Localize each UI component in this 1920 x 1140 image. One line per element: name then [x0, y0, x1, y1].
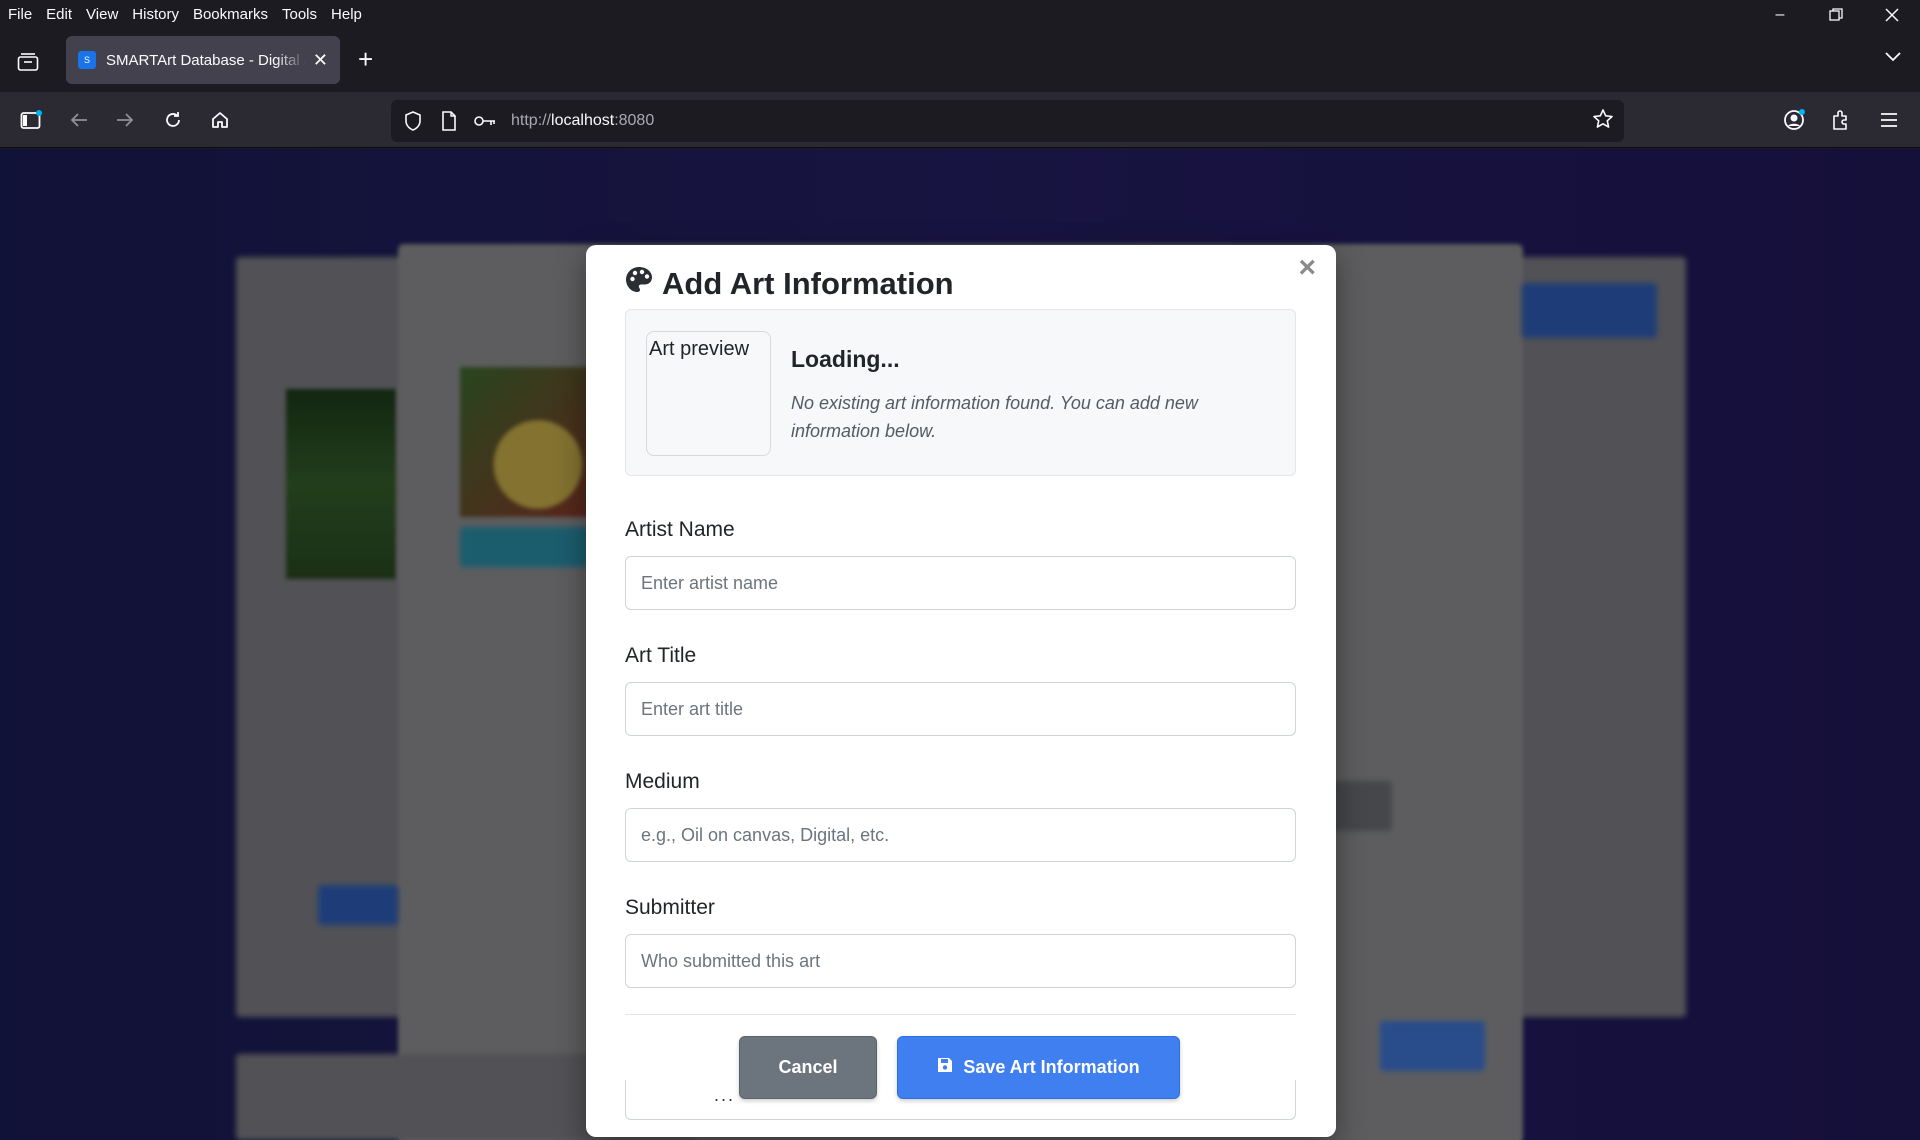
- favicon-icon: S: [78, 51, 96, 69]
- submitter-input[interactable]: [625, 934, 1296, 988]
- url-scheme: http://: [511, 112, 552, 129]
- menu-bookmarks[interactable]: Bookmarks: [186, 6, 275, 23]
- navigation-bar: http://localhost:8080: [0, 92, 1920, 148]
- art-preview-panel: Art preview Loading... No existing art i…: [625, 309, 1296, 476]
- palette-icon: [624, 265, 654, 303]
- modal-title: Add Art Information: [624, 265, 954, 303]
- artist-name-label: Artist Name: [625, 518, 735, 541]
- menu-edit[interactable]: Edit: [39, 6, 79, 23]
- overflow-text: ...: [714, 1085, 736, 1105]
- url-port: :8080: [614, 112, 655, 129]
- tab-overview-icon[interactable]: [14, 48, 42, 76]
- art-title-label: Art Title: [625, 644, 697, 667]
- tab-smartart[interactable]: S SMARTArt Database - Digital Art ✕: [66, 36, 340, 84]
- cancel-button-label: Cancel: [778, 1057, 838, 1077]
- close-tab-icon[interactable]: ✕: [313, 50, 328, 71]
- menu-history[interactable]: History: [125, 6, 186, 23]
- save-button-label: Save Art Information: [963, 1057, 1140, 1077]
- menu-help[interactable]: Help: [324, 6, 369, 23]
- window-controls: –: [1752, 0, 1920, 30]
- modal-title-text: Add Art Information: [662, 266, 954, 301]
- extensions-icon[interactable]: [1825, 104, 1857, 136]
- shield-icon[interactable]: [395, 111, 431, 131]
- sidebar-icon[interactable]: [15, 104, 47, 136]
- reload-icon[interactable]: [157, 104, 189, 136]
- submitter-label: Submitter: [625, 896, 715, 919]
- chevron-down-icon[interactable]: [1884, 50, 1902, 68]
- tab-title: SMARTArt Database - Digital Art: [106, 51, 306, 69]
- url-bar[interactable]: http://localhost:8080: [391, 100, 1624, 142]
- menu-file[interactable]: File: [0, 6, 39, 23]
- divider: [625, 1014, 1296, 1015]
- preview-message: No existing art information found. You c…: [791, 393, 1198, 441]
- restore-icon[interactable]: [1808, 0, 1864, 30]
- forward-arrow-icon[interactable]: [109, 104, 141, 136]
- url-text[interactable]: http://localhost:8080: [511, 112, 654, 130]
- art-preview-image: Art preview: [646, 331, 771, 456]
- cancel-button[interactable]: Cancel: [739, 1036, 877, 1099]
- minimize-icon[interactable]: –: [1752, 0, 1808, 30]
- url-host: localhost: [551, 112, 615, 129]
- save-art-information-button[interactable]: Save Art Information: [897, 1036, 1180, 1099]
- add-art-info-modal: × Add Art Information Art preview Loadin…: [586, 245, 1336, 1137]
- menu-view[interactable]: View: [79, 6, 125, 23]
- medium-input[interactable]: [625, 808, 1296, 862]
- bookmark-star-icon[interactable]: [1592, 108, 1614, 135]
- home-icon[interactable]: [204, 104, 236, 136]
- artist-name-input[interactable]: [625, 556, 1296, 610]
- tab-bar: S SMARTArt Database - Digital Art ✕ +: [0, 28, 1920, 92]
- key-icon[interactable]: [467, 114, 503, 128]
- close-window-icon[interactable]: [1864, 0, 1920, 30]
- save-disk-icon: [937, 1057, 953, 1078]
- preview-status: Loading...: [791, 346, 900, 372]
- close-icon[interactable]: ×: [1298, 253, 1316, 283]
- medium-label: Medium: [625, 770, 700, 793]
- menu-tools[interactable]: Tools: [275, 6, 324, 23]
- back-arrow-icon[interactable]: [63, 104, 95, 136]
- art-title-input[interactable]: [625, 682, 1296, 736]
- menu-bar: File Edit View History Bookmarks Tools H…: [0, 0, 1920, 28]
- new-tab-plus-icon[interactable]: +: [358, 44, 373, 75]
- account-icon[interactable]: [1778, 104, 1810, 136]
- page-icon[interactable]: [431, 111, 467, 131]
- hamburger-menu-icon[interactable]: [1873, 104, 1905, 136]
